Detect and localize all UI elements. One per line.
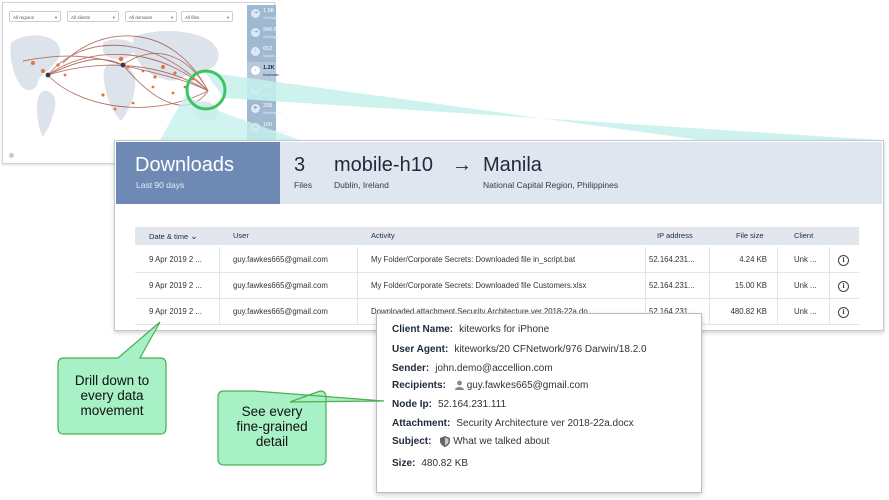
drill-down-callout-text: Drill down to every data movement [74,373,150,418]
callouts-layer [57,321,385,466]
fine-grained-callout-text: See every fine-grained detail [236,404,308,449]
